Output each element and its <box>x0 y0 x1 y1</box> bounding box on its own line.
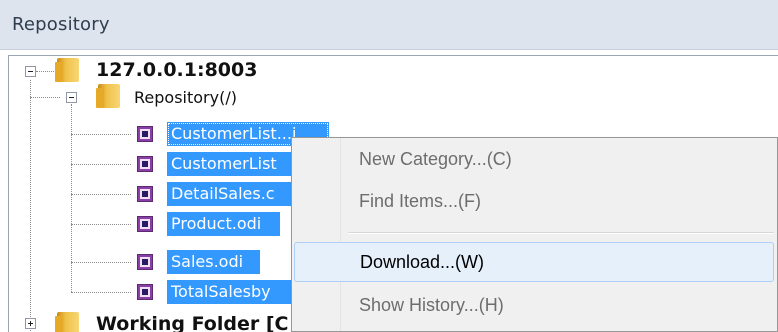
tree-connector <box>30 80 31 332</box>
tree-item-label[interactable]: Sales.odi <box>167 250 260 274</box>
menu-item-find-items[interactable]: Find Items...(F) <box>294 182 774 222</box>
collapse-toggle-icon[interactable] <box>66 92 77 103</box>
odi-report-icon <box>137 186 153 202</box>
menu-item-label: Show History...(H) <box>359 295 504 315</box>
odi-report-icon <box>137 156 153 172</box>
tree-connector <box>71 292 131 293</box>
tree-node-server[interactable]: 127.0.0.1:8003 <box>96 59 257 81</box>
tree-item-label[interactable]: CustomerList <box>167 152 299 176</box>
folder-icon <box>55 58 79 82</box>
odi-report-icon <box>137 216 153 232</box>
tree-node-working-folder[interactable]: Working Folder [C <box>96 313 288 332</box>
tree-connector <box>71 104 72 292</box>
menu-item-label: New Category...(C) <box>359 149 512 169</box>
odi-report-icon <box>137 254 153 270</box>
panel-title: Repository <box>12 14 110 35</box>
menu-separator <box>348 232 774 234</box>
tree-item-label[interactable]: Product.odi <box>167 212 280 236</box>
menu-item-label: Find Items...(F) <box>359 191 482 211</box>
context-menu: New Category...(C) Find Items...(F) Down… <box>291 137 778 332</box>
menu-item-show-history[interactable]: Show History...(H) <box>294 286 774 326</box>
odi-report-icon <box>137 126 153 142</box>
menu-item-new-category[interactable]: New Category...(C) <box>294 140 774 180</box>
odi-report-icon <box>137 284 153 300</box>
tree-connector <box>71 164 131 165</box>
folder-icon <box>96 84 120 108</box>
tree-connector <box>71 262 131 263</box>
menu-item-download[interactable]: Download...(W) <box>294 242 774 282</box>
expand-toggle-icon[interactable] <box>25 318 36 329</box>
tree-connector <box>71 194 131 195</box>
repository-panel-header: Repository <box>0 0 778 50</box>
tree-connector <box>36 71 56 72</box>
tree-connector <box>71 224 131 225</box>
tree-node-repository[interactable]: Repository(/) <box>134 88 237 107</box>
tree-connector <box>30 97 60 98</box>
collapse-toggle-icon[interactable] <box>25 66 36 77</box>
tree-connector <box>71 134 131 135</box>
tree-item-label[interactable]: DetailSales.c <box>167 182 299 206</box>
menu-item-label: Download...(W) <box>360 252 485 272</box>
folder-icon <box>55 312 79 332</box>
tree-item-label[interactable]: TotalSalesby <box>167 280 299 304</box>
